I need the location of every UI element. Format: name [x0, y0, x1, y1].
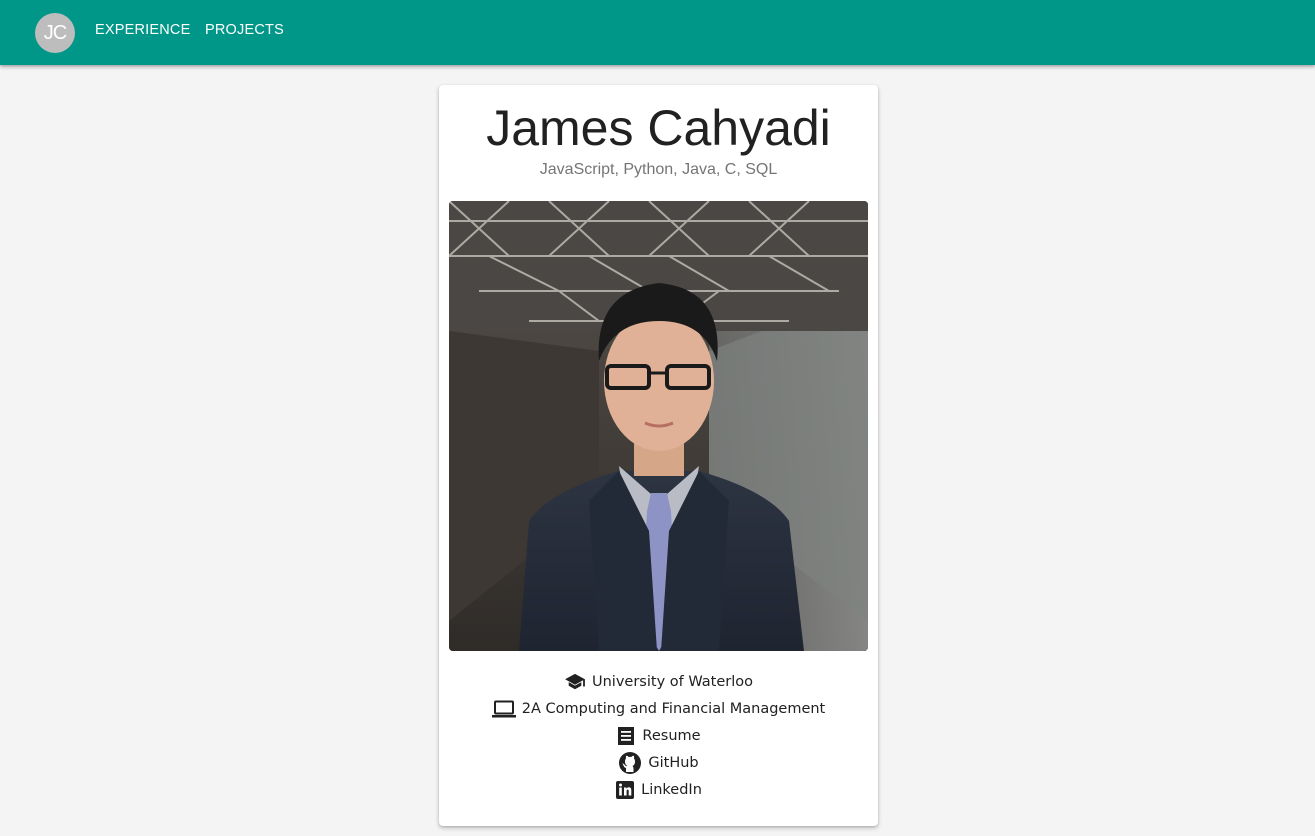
resume-link[interactable]: Resume: [439, 724, 878, 748]
github-text[interactable]: GitHub: [648, 755, 698, 771]
profile-name: James Cahyadi: [486, 100, 831, 156]
university-row: University of Waterloo: [439, 670, 878, 694]
linkedin-text[interactable]: LinkedIn: [641, 782, 702, 798]
receipt-icon: [618, 727, 635, 745]
laptop-icon: [491, 700, 516, 718]
github-link[interactable]: GitHub: [439, 751, 878, 775]
nav-experience-button[interactable]: EXPERIENCE: [95, 22, 190, 38]
github-icon: [619, 752, 642, 774]
linkedin-link[interactable]: LinkedIn: [439, 778, 878, 802]
linkedin-icon: [616, 781, 635, 799]
program-text: 2A Computing and Financial Management: [521, 701, 826, 717]
app-bar: JC EXPERIENCE PROJECTS: [0, 0, 1315, 65]
graduation-cap-icon: [565, 673, 585, 690]
nav-projects-button[interactable]: PROJECTS: [205, 22, 284, 38]
profile-photo: [449, 201, 868, 651]
resume-text[interactable]: Resume: [642, 728, 700, 744]
university-text: University of Waterloo: [592, 674, 753, 690]
profile-card: James Cahyadi JavaScript, Python, Java, …: [439, 85, 878, 826]
profile-skills: JavaScript, Python, Java, C, SQL: [539, 161, 778, 178]
program-row: 2A Computing and Financial Management: [439, 697, 878, 721]
avatar[interactable]: JC: [35, 13, 75, 53]
